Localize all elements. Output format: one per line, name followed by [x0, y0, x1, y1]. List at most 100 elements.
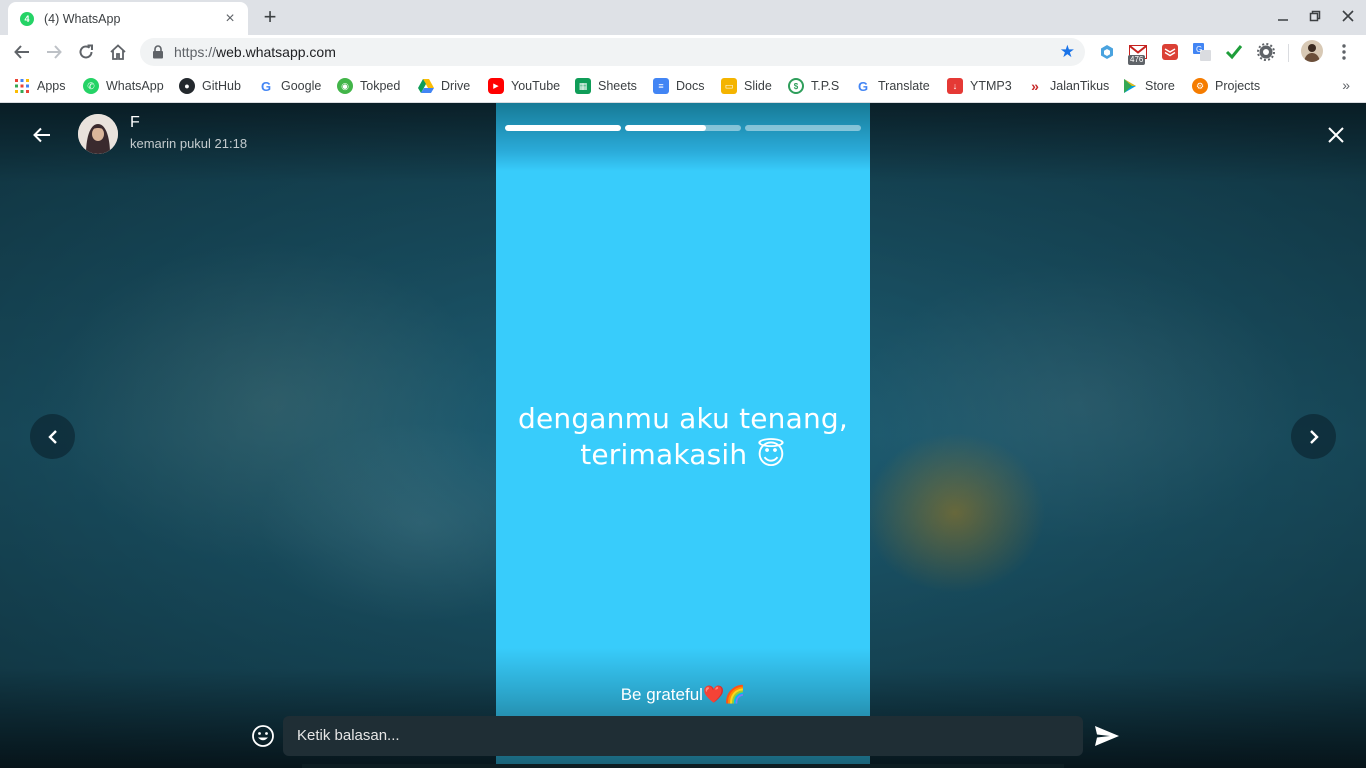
- next-status-button[interactable]: [1291, 414, 1336, 459]
- reload-icon: [79, 44, 93, 59]
- bookmark-label: Google: [281, 79, 322, 93]
- bookmark-label: Projects: [1215, 79, 1261, 93]
- status-text-line-2: terimakasih 😇: [580, 438, 786, 471]
- browser-toolbar: https://web.whatsapp.com ★ 476 G: [0, 35, 1366, 69]
- bookmark-store[interactable]: Store: [1122, 77, 1175, 95]
- status-text: denganmu aku tenang, terimakasih 😇: [496, 401, 870, 473]
- sheets-icon: ▦: [575, 78, 591, 94]
- bookmark-label: Apps: [37, 79, 66, 93]
- bookmark-projects[interactable]: ⚙ Projects: [1192, 77, 1260, 95]
- progress-fill: [505, 125, 621, 131]
- smiley-icon: [252, 725, 274, 747]
- bookmark-google[interactable]: G Google: [258, 77, 321, 95]
- forward-arrow-icon: [47, 45, 62, 59]
- reload-button[interactable]: [74, 40, 98, 64]
- drive-icon: [418, 78, 434, 94]
- gmail-icon[interactable]: 476: [1128, 42, 1148, 65]
- send-button[interactable]: [1092, 722, 1122, 750]
- bookmark-whatsapp[interactable]: ✆ WhatsApp: [83, 77, 164, 95]
- cube-extension-icon[interactable]: [1097, 42, 1117, 62]
- tab-strip: 4 (4) WhatsApp × +: [0, 0, 1366, 35]
- bookmark-tps[interactable]: $ T.P.S: [788, 77, 839, 95]
- restore-icon[interactable]: [1305, 8, 1325, 28]
- status-viewer: denganmu aku tenang, terimakasih 😇 Be gr…: [0, 103, 1366, 768]
- play-store-icon: [1122, 78, 1138, 94]
- google-icon: G: [260, 78, 272, 94]
- github-icon: ●: [179, 78, 195, 94]
- bookmark-drive[interactable]: Drive: [418, 77, 470, 95]
- gmail-badge: 476: [1128, 55, 1146, 65]
- bookmark-docs[interactable]: ≡ Docs: [653, 77, 704, 95]
- status-timestamp: kemarin pukul 21:18: [130, 136, 248, 151]
- bookmark-youtube[interactable]: ▶ YouTube: [488, 77, 560, 95]
- minimize-icon[interactable]: [1273, 8, 1293, 28]
- svg-text:G: G: [1196, 45, 1202, 54]
- whatsapp-favicon-icon: 4: [20, 11, 34, 26]
- forward-button[interactable]: [42, 40, 66, 64]
- status-story-card[interactable]: denganmu aku tenang, terimakasih 😇 Be gr…: [496, 103, 870, 768]
- home-button[interactable]: [106, 40, 130, 64]
- gear-extension-icon[interactable]: [1256, 42, 1276, 62]
- browser-menu-icon[interactable]: [1334, 42, 1354, 62]
- back-arrow-icon: [14, 45, 29, 59]
- new-tab-button[interactable]: +: [258, 6, 282, 30]
- bookmark-star-icon[interactable]: ★: [1060, 42, 1075, 62]
- projects-icon: ⚙: [1192, 78, 1208, 94]
- bookmark-tokped[interactable]: ◉ Tokped: [337, 77, 400, 95]
- google-translate-extension-icon[interactable]: G: [1192, 42, 1212, 62]
- bookmarks-bar: Apps ✆ WhatsApp ● GitHub G Google ◉ Tokp…: [0, 69, 1366, 103]
- emoji-button[interactable]: [249, 722, 277, 750]
- tab-close-icon[interactable]: ×: [222, 10, 238, 27]
- bottom-strip: [302, 764, 1064, 768]
- checkmark-extension-icon[interactable]: [1224, 42, 1244, 62]
- bookmark-label: Tokped: [360, 79, 401, 93]
- previous-status-button[interactable]: [30, 414, 75, 459]
- close-status-button[interactable]: [1322, 121, 1350, 149]
- bookmark-label: JalanTikus: [1050, 79, 1110, 93]
- address-bar[interactable]: https://web.whatsapp.com ★: [140, 38, 1085, 66]
- jalantikus-icon: »: [1031, 78, 1039, 94]
- progress-segment-3: [745, 125, 861, 131]
- tab-whatsapp[interactable]: 4 (4) WhatsApp ×: [8, 2, 248, 35]
- apps-grid-icon: [14, 78, 30, 94]
- contact-avatar[interactable]: [78, 114, 118, 154]
- bookmark-label: WhatsApp: [106, 79, 164, 93]
- chevron-left-icon: [47, 429, 57, 444]
- bookmark-label: Docs: [676, 79, 705, 93]
- ytmp3-icon: ↓: [947, 78, 963, 94]
- todoist-icon[interactable]: [1160, 42, 1180, 62]
- story-top-shade: [496, 103, 870, 171]
- whatsapp-icon: ✆: [83, 78, 99, 94]
- progress-fill: [625, 125, 707, 131]
- back-button[interactable]: [10, 40, 34, 64]
- bookmark-github[interactable]: ● GitHub: [179, 77, 241, 95]
- bookmark-jalantikus[interactable]: » JalanTikus: [1027, 77, 1109, 95]
- tokopedia-icon: ◉: [337, 78, 353, 94]
- bookmark-label: Translate: [878, 79, 930, 93]
- progress-segment-1: [505, 125, 621, 131]
- close-icon: [1328, 127, 1344, 143]
- bookmark-translate[interactable]: G Translate: [855, 77, 930, 95]
- lock-icon: [153, 45, 163, 59]
- progress-segment-2: [625, 125, 741, 131]
- url-text: https://web.whatsapp.com: [174, 44, 336, 60]
- bookmark-label: T.P.S: [811, 79, 840, 93]
- window-close-icon[interactable]: [1338, 8, 1358, 28]
- home-icon: [110, 44, 126, 60]
- bookmark-slide[interactable]: ▭ Slide: [721, 77, 772, 95]
- bookmark-label: GitHub: [202, 79, 241, 93]
- status-caption: Be grateful❤️🌈: [620, 685, 746, 704]
- google-icon: G: [857, 78, 869, 94]
- bookmark-label: Slide: [744, 79, 772, 93]
- more-bookmarks-button[interactable]: »: [1342, 77, 1350, 93]
- youtube-icon: ▶: [488, 78, 504, 94]
- reply-input[interactable]: [283, 716, 1083, 756]
- profile-avatar[interactable]: [1301, 40, 1323, 62]
- bookmark-apps[interactable]: Apps: [14, 77, 66, 95]
- bookmark-label: Store: [1145, 79, 1175, 93]
- status-back-button[interactable]: [28, 121, 56, 149]
- bookmark-sheets[interactable]: ▦ Sheets: [575, 77, 637, 95]
- bookmark-label: Drive: [441, 79, 471, 93]
- bookmark-ytmp3[interactable]: ↓ YTMP3: [947, 77, 1012, 95]
- back-arrow-icon: [33, 127, 50, 143]
